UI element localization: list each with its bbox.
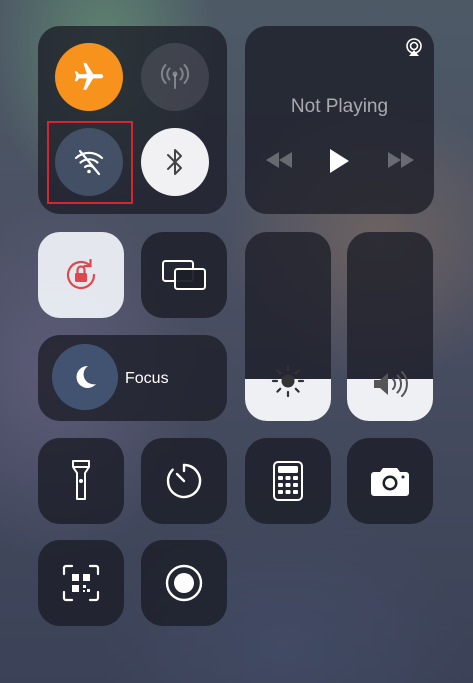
focus-icon-circle [52,344,118,410]
bluetooth-icon [163,146,187,178]
rewind-icon[interactable] [266,152,292,168]
camera-button[interactable] [347,438,433,524]
now-playing-title: Not Playing [290,96,389,117]
cellular-data-button[interactable] [141,43,209,111]
orientation-lock-icon [61,255,101,295]
wifi-highlight-annotation [47,121,133,204]
bluetooth-button[interactable] [141,128,209,196]
airplane-mode-button[interactable] [55,43,123,111]
brightness-slider[interactable] [245,232,331,421]
volume-slider[interactable] [347,232,433,421]
fast-forward-icon[interactable] [388,152,414,168]
moon-icon [72,364,98,390]
flashlight-button[interactable] [38,438,124,524]
screen-mirroring-icon [161,258,207,292]
focus-label: Focus [125,370,169,387]
camera-icon [370,465,410,497]
airplane-icon [72,60,106,94]
cellular-antenna-icon [158,60,192,94]
qr-scanner-button[interactable] [38,540,124,626]
calculator-icon [273,461,303,501]
airplay-icon[interactable] [404,38,424,58]
screen-record-button[interactable] [141,540,227,626]
flashlight-icon [70,459,92,503]
sun-icon [270,363,306,399]
screen-mirroring-button[interactable] [141,232,227,318]
timer-button[interactable] [141,438,227,524]
timer-icon [164,461,204,501]
speaker-icon [371,369,409,399]
calculator-button[interactable] [245,438,331,524]
qr-scanner-icon [61,563,101,603]
orientation-lock-button[interactable] [38,232,124,318]
play-icon[interactable] [328,148,350,174]
screen-record-icon [164,563,204,603]
